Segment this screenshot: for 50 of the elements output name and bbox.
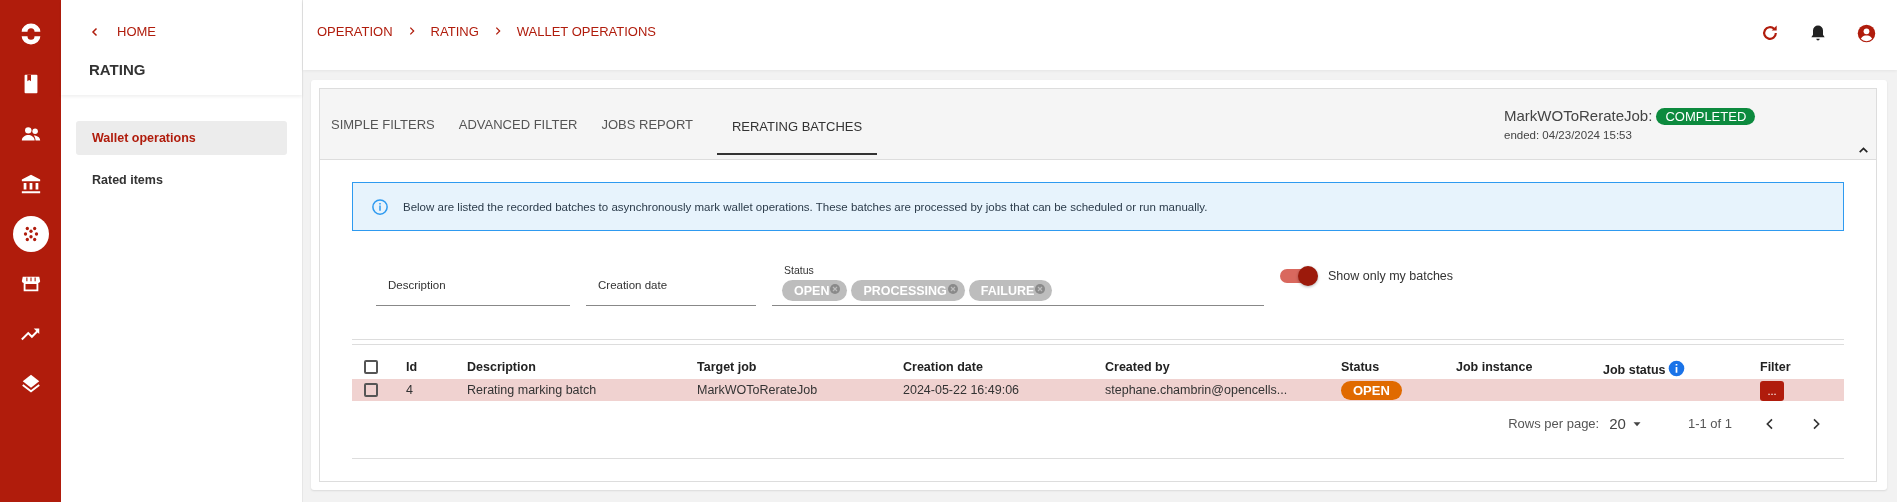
column-header: Description	[467, 360, 536, 374]
filter-button[interactable]: ...	[1760, 380, 1784, 401]
column-header: Target job	[697, 360, 757, 374]
breadcrumb-link[interactable]: WALLET OPERATIONS	[516, 23, 656, 39]
column-header: Status	[1341, 360, 1380, 374]
status-badge: OPEN	[1341, 380, 1402, 400]
tab[interactable]: JOBS REPORT	[601, 98, 705, 150]
job-name: MarkWOToRerateJob:	[1504, 107, 1653, 124]
info-message: Below are listed the recorded batches to asynchronously mark wallet operations. These batches are processed by jobs that can be scheduled or run manually.	[403, 200, 1208, 213]
description-field[interactable]: Description	[376, 265, 570, 306]
sidebar-item[interactable]: Rated items	[76, 163, 287, 197]
table-cell: Rerating marking batch	[467, 383, 597, 397]
checkbox[interactable]	[364, 383, 378, 397]
table-cell: 2024-05-22 16:49:06	[903, 383, 1020, 397]
remove-icon	[829, 283, 842, 295]
column-header: Creation date	[903, 360, 983, 374]
page-range: 1-1 of 1	[1687, 416, 1732, 431]
tab[interactable]: RERATING BATCHES	[717, 101, 877, 155]
column-header: Id	[406, 360, 418, 374]
breadcrumb-link[interactable]: OPERATION	[317, 23, 393, 39]
section-title: RATING	[89, 61, 146, 78]
column-header: Created by	[1105, 360, 1170, 374]
layers-icon	[19, 373, 42, 395]
breadcrumb-link[interactable]: RATING	[430, 23, 479, 39]
home-link[interactable]: HOME	[89, 24, 302, 39]
bank-icon	[19, 173, 42, 195]
column-header: Job instance	[1456, 360, 1533, 374]
table-cell: MarkWOToRerateJob	[697, 383, 818, 397]
tab[interactable]: ADVANCED FILTER	[458, 98, 590, 150]
remove-icon	[946, 283, 959, 295]
creation-date-field[interactable]: Creation date	[586, 265, 756, 306]
table-cell: stephane.chambrin@opencells...	[1105, 383, 1288, 397]
remove-icon	[1034, 283, 1047, 295]
refresh-icon	[1760, 23, 1780, 43]
rows-per-page-select[interactable]: 20	[1609, 415, 1644, 432]
column-header: Filter	[1760, 360, 1791, 374]
column-header: Job status	[1603, 363, 1666, 377]
checkbox[interactable]	[364, 360, 378, 374]
table-cell: 4	[406, 383, 413, 397]
job-ended-time: ended: 04/23/2024 15:53	[1504, 129, 1632, 141]
toggle-switch[interactable]	[1280, 268, 1316, 283]
account-icon	[1856, 22, 1877, 44]
tab[interactable]: SIMPLE FILTERS	[331, 98, 447, 150]
sidebar-item[interactable]: Wallet operations	[76, 121, 287, 155]
toggle-label: Show only my batches	[1328, 268, 1454, 283]
rows-per-page-label: Rows per page:	[1508, 416, 1600, 431]
info-icon	[1667, 360, 1685, 377]
info-icon	[371, 197, 389, 216]
status-badge: COMPLETED	[1656, 108, 1756, 125]
nav-button[interactable]	[12, 216, 49, 252]
